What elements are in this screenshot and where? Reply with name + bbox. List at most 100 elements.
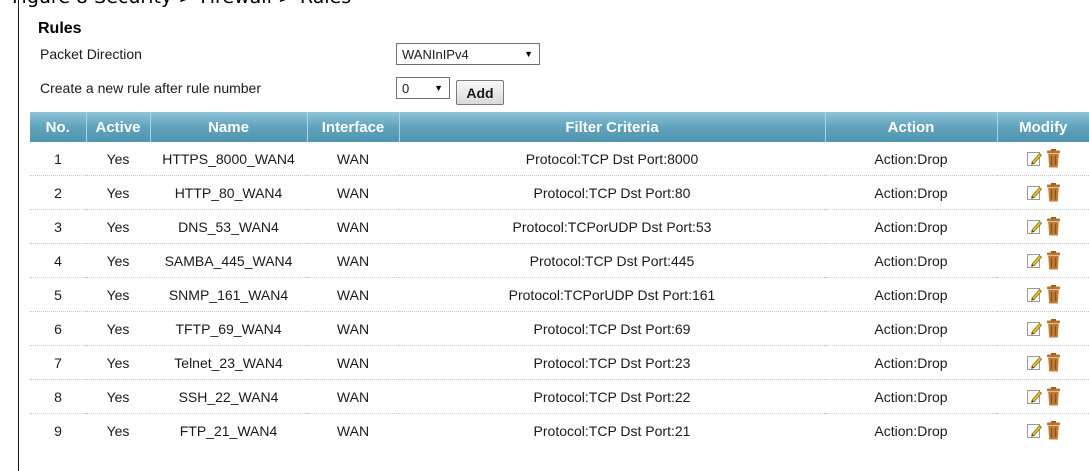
- modify-actions: [1026, 183, 1061, 202]
- rule-number-value: 0: [402, 80, 410, 96]
- cell-no: 8: [30, 379, 86, 414]
- cell-interface: WAN: [307, 209, 399, 244]
- cell-interface: WAN: [307, 345, 399, 380]
- delete-icon[interactable]: [1046, 285, 1061, 304]
- cell-filter: Protocol:TCPorUDP Dst Port:161: [399, 277, 825, 312]
- packet-direction-select[interactable]: WANInIPv4 ▼: [396, 43, 540, 65]
- table-row: 6 Yes TFTP_69_WAN4 WAN Protocol:TCP Dst Port…: [30, 311, 1089, 346]
- cell-no: 2: [30, 175, 86, 210]
- cell-interface: WAN: [336, 422, 370, 439]
- table-row: 8 Yes SSH_22_WAN4 WAN Protocol:TCP Dst Port:…: [30, 379, 1089, 414]
- create-after-label: Create a new rule after rule number: [40, 80, 261, 96]
- cell-active: Yes: [86, 209, 150, 244]
- modify-actions: [1026, 285, 1061, 304]
- cell-modify: [997, 142, 1089, 176]
- rule-number-select[interactable]: 0 ▼: [396, 77, 450, 99]
- table-header-row: No. Active Name Interface Filter Criteri…: [30, 112, 1089, 142]
- edit-icon[interactable]: [1026, 184, 1043, 201]
- cell-interface: WAN: [307, 175, 399, 210]
- cell-active: Yes: [106, 422, 130, 439]
- cell-action: Action:Drop: [825, 209, 997, 244]
- column-header-active: Active: [86, 112, 151, 142]
- cell-active: Yes: [86, 379, 150, 414]
- cell-action: Action:Drop: [825, 311, 997, 346]
- cell-name: SNMP_161_WAN4: [150, 277, 307, 312]
- table-row: 5 Yes SNMP_161_WAN4 WAN Protocol:TCPorUDP Ds…: [30, 277, 1089, 312]
- cell-name: DNS_53_WAN4: [150, 209, 307, 244]
- cell-modify: [997, 209, 1089, 244]
- cell-modify: [997, 379, 1089, 414]
- cell-no: 4: [30, 243, 86, 278]
- cell-active: Yes: [86, 142, 150, 176]
- cell-filter: Protocol:TCP Dst Port:22: [399, 379, 825, 414]
- cell-modify: [997, 277, 1089, 312]
- edit-icon[interactable]: [1026, 354, 1043, 371]
- cell-name: FTP_21_WAN4: [179, 422, 278, 439]
- rules-table: No. Active Name Interface Filter Criteri…: [30, 112, 1089, 447]
- cell-no: 6: [30, 311, 86, 346]
- cell-filter: Protocol:TCP Dst Port:69: [399, 311, 825, 346]
- cell-filter: Protocol:TCP Dst Port:80: [399, 175, 825, 210]
- column-header-name: Name: [150, 112, 308, 142]
- delete-icon[interactable]: [1046, 149, 1061, 168]
- delete-icon[interactable]: [1046, 353, 1061, 372]
- cell-interface: WAN: [307, 243, 399, 278]
- cell-interface: WAN: [307, 311, 399, 346]
- delete-icon[interactable]: [1046, 183, 1061, 202]
- cell-action: Action:Drop: [825, 345, 997, 380]
- table-row: 1 Yes HTTPS_8000_WAN4 WAN Protocol:TCP Dst P…: [30, 142, 1089, 176]
- cell-active: Yes: [86, 345, 150, 380]
- cell-name: Telnet_23_WAN4: [150, 345, 307, 380]
- modify-actions: [1026, 251, 1061, 270]
- cell-name: HTTP_80_WAN4: [150, 175, 307, 210]
- cell-action: Action:Drop: [874, 422, 948, 439]
- modify-actions: [1026, 421, 1061, 440]
- caret-down-icon: ▼: [524, 49, 533, 59]
- caret-down-icon: ▼: [434, 83, 443, 93]
- cell-filter: Protocol:TCP Dst Port:23: [399, 345, 825, 380]
- edit-icon[interactable]: [1026, 320, 1043, 337]
- cell-action: Action:Drop: [825, 243, 997, 278]
- delete-icon[interactable]: [1046, 251, 1061, 270]
- cell-no: 7: [30, 345, 86, 380]
- modify-actions: [1026, 353, 1061, 372]
- edit-icon[interactable]: [1026, 150, 1043, 167]
- modify-actions: [1026, 217, 1061, 236]
- cell-active: Yes: [86, 277, 150, 312]
- cell-interface: WAN: [307, 379, 399, 414]
- cell-modify: [997, 175, 1089, 210]
- edit-icon[interactable]: [1026, 218, 1043, 235]
- add-button[interactable]: Add: [456, 80, 504, 105]
- edit-icon[interactable]: [1026, 286, 1043, 303]
- cell-interface: WAN: [307, 277, 399, 312]
- table-row: 2 Yes HTTP_80_WAN4 WAN Protocol:TCP Dst Port…: [30, 175, 1089, 210]
- edit-icon[interactable]: [1026, 252, 1043, 269]
- column-header-interface: Interface: [307, 112, 400, 142]
- delete-icon[interactable]: [1046, 387, 1061, 406]
- edit-icon[interactable]: [1026, 422, 1043, 439]
- cell-action: Action:Drop: [825, 277, 997, 312]
- cell-active: Yes: [86, 311, 150, 346]
- rules-table-body: 1 Yes HTTPS_8000_WAN4 WAN Protocol:TCP Dst P…: [30, 142, 1089, 447]
- cell-modify: [997, 243, 1089, 278]
- table-row: 7 Yes Telnet_23_WAN4 WAN Protocol:TCP Dst Po…: [30, 345, 1089, 380]
- cell-active: Yes: [86, 175, 150, 210]
- modify-actions: [1026, 387, 1061, 406]
- delete-icon[interactable]: [1046, 421, 1061, 440]
- cell-name: SSH_22_WAN4: [150, 379, 307, 414]
- column-header-filter-criteria: Filter Criteria: [399, 112, 826, 142]
- column-header-no: No.: [30, 112, 87, 142]
- cell-no: 3: [30, 209, 86, 244]
- table-row: 9 Yes FTP_21_WAN4 WAN Protocol:TCP Dst Port:…: [30, 414, 1089, 448]
- delete-icon[interactable]: [1046, 319, 1061, 338]
- packet-direction-value: WANInIPv4: [402, 46, 469, 62]
- column-header-action: Action: [825, 112, 998, 142]
- cell-filter: Protocol:TCP Dst Port:21: [533, 422, 691, 439]
- delete-icon[interactable]: [1046, 217, 1061, 236]
- cell-active: Yes: [86, 243, 150, 278]
- cell-no: 1: [30, 142, 86, 176]
- modify-actions: [1026, 319, 1061, 338]
- cell-action: Action:Drop: [825, 175, 997, 210]
- cell-filter: Protocol:TCPorUDP Dst Port:53: [399, 209, 825, 244]
- edit-icon[interactable]: [1026, 388, 1043, 405]
